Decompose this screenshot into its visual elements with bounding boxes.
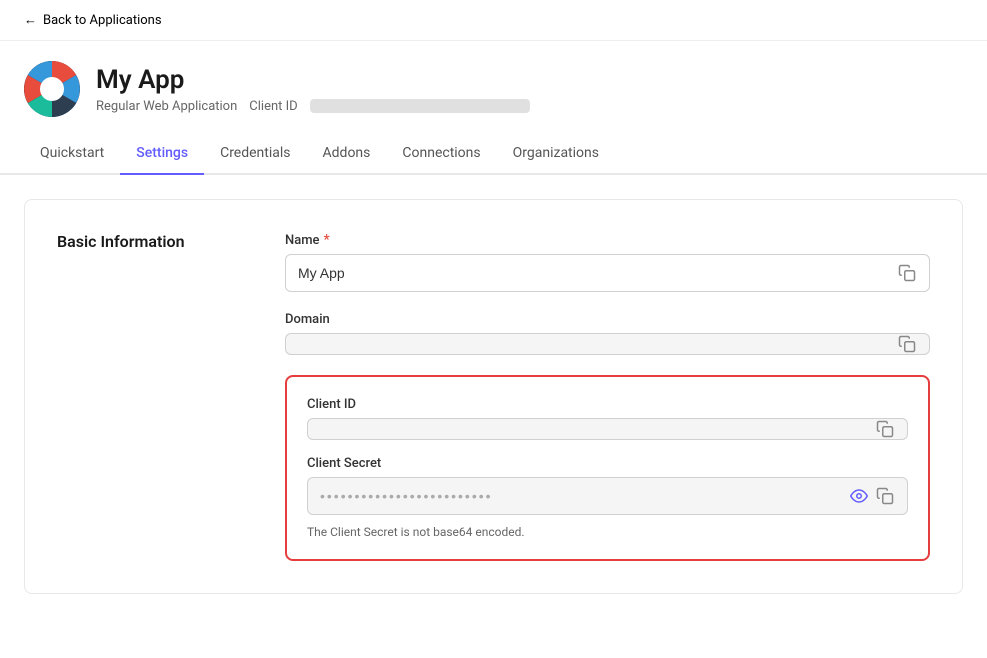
copy-icon (898, 335, 916, 353)
copy-icon (876, 420, 894, 438)
back-arrow-icon: ← (24, 12, 37, 28)
copy-icon (876, 487, 894, 505)
client-id-value-blurred (310, 99, 530, 113)
domain-value-blurred (285, 333, 930, 355)
client-id-label: Client ID (307, 397, 908, 412)
tab-settings[interactable]: Settings (120, 133, 204, 175)
app-name: My App (96, 65, 530, 95)
tab-organizations[interactable]: Organizations (497, 133, 615, 175)
client-secret-hint: The Client Secret is not base64 encoded. (307, 525, 908, 539)
name-field-group: Name * (285, 232, 930, 292)
client-secret-input-wrapper (307, 477, 908, 515)
app-logo (24, 61, 80, 117)
domain-field-group: Domain (285, 312, 930, 355)
client-id-field-group: Client ID (307, 397, 908, 440)
back-to-applications-link[interactable]: ← Back to Applications (0, 0, 987, 41)
client-secret-label: Client Secret (307, 456, 908, 471)
domain-input-wrapper (285, 333, 930, 355)
domain-copy-button[interactable] (894, 331, 920, 357)
app-logo-svg (24, 61, 80, 117)
name-required-marker: * (324, 232, 330, 248)
name-copy-button[interactable] (894, 260, 920, 286)
eye-icon (850, 487, 868, 505)
client-secret-copy-button[interactable] (872, 483, 898, 509)
client-secret-toggle-visibility-button[interactable] (846, 483, 872, 509)
tab-credentials[interactable]: Credentials (204, 133, 306, 175)
fields-column: Name * Domain (285, 232, 930, 561)
name-input[interactable] (285, 254, 930, 292)
tab-connections[interactable]: Connections (386, 133, 496, 175)
name-input-wrapper (285, 254, 930, 292)
client-id-input-wrapper (307, 418, 908, 440)
app-meta: Regular Web Application Client ID (96, 99, 530, 114)
basic-information-section: Basic Information Name * (24, 199, 963, 594)
app-header: My App Regular Web Application Client ID (0, 41, 987, 133)
client-secret-input[interactable] (307, 477, 908, 515)
client-credentials-highlighted: Client ID (285, 375, 930, 561)
section-label: Basic Information (57, 232, 237, 561)
client-id-label: Client ID (249, 99, 297, 114)
client-secret-field-group: Client Secret (307, 456, 908, 539)
back-link-label: Back to Applications (43, 13, 162, 28)
client-id-value-blurred (307, 418, 908, 440)
copy-icon (898, 264, 916, 282)
nav-tabs: Quickstart Settings Credentials Addons C… (0, 133, 987, 175)
tab-quickstart[interactable]: Quickstart (24, 133, 120, 175)
app-info: My App Regular Web Application Client ID (96, 65, 530, 114)
main-content: Basic Information Name * (0, 175, 987, 618)
name-label: Name * (285, 232, 930, 248)
domain-label: Domain (285, 312, 930, 327)
client-id-copy-button[interactable] (872, 416, 898, 442)
app-type: Regular Web Application (96, 99, 237, 114)
tab-addons[interactable]: Addons (307, 133, 387, 175)
